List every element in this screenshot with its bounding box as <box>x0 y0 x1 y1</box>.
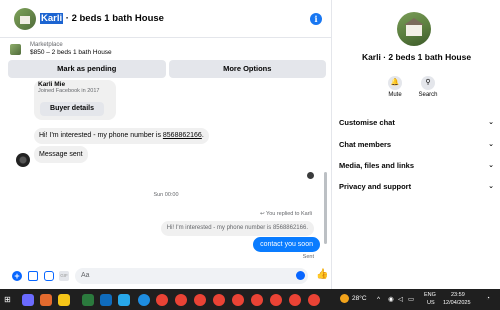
chrome-icon[interactable] <box>270 294 282 306</box>
listing-actions: Mark as pending More Options <box>8 60 326 78</box>
chat-title-rest: · 2 beds 1 bath House <box>63 13 164 24</box>
section-label: Customise chat <box>339 117 395 127</box>
message-bubble-incoming: Message sent <box>34 146 88 163</box>
mute-button[interactable]: 🔔 Mute <box>380 76 410 98</box>
app-icon[interactable] <box>82 294 94 306</box>
battery-icon[interactable]: ▭ <box>408 295 414 303</box>
chat-title-name: Karli <box>40 13 64 24</box>
messenger-app: Karli · 2 beds 1 bath House i Marketplac… <box>0 0 500 289</box>
section-media-files-links[interactable]: Media, files and links ⌄ <box>339 155 494 175</box>
image-icon[interactable] <box>28 271 38 281</box>
sender-avatar[interactable] <box>16 153 30 167</box>
chrome-icon[interactable] <box>308 294 320 306</box>
conversation-avatar[interactable] <box>397 12 431 46</box>
message-text-end: . <box>201 132 204 139</box>
chrome-icon[interactable] <box>251 294 263 306</box>
buyer-name: Karli Mie <box>38 81 66 88</box>
chevron-down-icon: ⌄ <box>488 183 494 190</box>
reply-indicator-label: You replied to Karli <box>266 211 312 217</box>
clock-time[interactable]: 23:59 <box>451 292 465 298</box>
mark-as-pending-button[interactable]: Mark as pending <box>8 60 166 78</box>
skype-icon[interactable] <box>138 294 150 306</box>
message-timestamp: Sun 00:00 <box>153 192 179 198</box>
chat-title[interactable]: Karli · 2 beds 1 bath House <box>40 13 164 24</box>
clock-date[interactable]: 12/04/2025 <box>443 300 471 306</box>
app-icon[interactable] <box>118 294 130 306</box>
listing-thumbnail <box>10 43 21 55</box>
more-options-button[interactable]: More Options <box>168 60 326 78</box>
mute-label: Mute <box>388 92 402 98</box>
message-text: Hi! I'm interested - my phone number is <box>39 132 163 139</box>
buyer-joined: Joined Facebook in 2017 <box>38 88 100 94</box>
listing-text: Marketplace $850 – 2 beds 1 bath House <box>30 41 112 57</box>
chrome-icon[interactable] <box>194 294 206 306</box>
section-privacy-support[interactable]: Privacy and support ⌄ <box>339 176 494 196</box>
chat-pane: Karli · 2 beds 1 bath House i Marketplac… <box>0 0 332 289</box>
chat-details-panel: Karli · 2 beds 1 bath House 🔔 Mute ⚲ Sea… <box>333 0 500 289</box>
chat-avatar[interactable] <box>14 7 36 30</box>
message-list[interactable]: Karli Mie Joined Facebook in 2017 Buyer … <box>0 80 332 265</box>
chevron-down-icon: ⌄ <box>488 162 494 169</box>
message-input[interactable]: Aa <box>75 268 308 284</box>
file-explorer-icon[interactable] <box>58 294 70 306</box>
listing-category: Marketplace <box>30 42 63 48</box>
search-icon: ⚲ <box>421 76 435 90</box>
section-label: Privacy and support <box>339 181 412 191</box>
notification-icon[interactable]: ◔ <box>486 295 490 302</box>
phone-number-link[interactable]: 8568862166 <box>163 132 202 139</box>
weather-temp[interactable]: 28°C <box>352 295 367 302</box>
chevron-down-icon: ⌄ <box>488 119 494 126</box>
weather-icon[interactable] <box>340 294 349 303</box>
language-indicator[interactable]: ENG <box>424 292 436 298</box>
search-label: Search <box>418 92 438 98</box>
like-icon[interactable]: 👍 <box>316 270 328 280</box>
composer: + GIF Aa 👍 <box>0 266 332 288</box>
windows-taskbar: ⊞ 28°C ^ ◉ ◁ ▭ ENG US 23:59 12/04/2025 ◔ <box>0 289 500 310</box>
app-icon[interactable] <box>40 294 52 306</box>
message-bubble-outgoing[interactable]: contact you soon <box>253 237 320 252</box>
chrome-icon[interactable] <box>175 294 187 306</box>
chrome-icon[interactable] <box>213 294 225 306</box>
volume-icon[interactable]: ◁ <box>398 295 403 303</box>
section-label: Chat members <box>339 139 392 149</box>
buyer-details-button[interactable]: Buyer details <box>40 102 104 116</box>
message-bubble-incoming: Hi! I'm interested - my phone number is … <box>34 128 209 144</box>
plus-icon[interactable]: + <box>12 271 22 281</box>
chat-header: Karli · 2 beds 1 bath House i <box>0 0 332 38</box>
gif-icon[interactable]: GIF <box>59 271 69 281</box>
conversation-title: Karli · 2 beds 1 bath House <box>361 52 472 62</box>
quoted-message[interactable]: Hi! I'm interested - my phone number is … <box>160 221 314 236</box>
copilot-icon[interactable] <box>22 294 34 306</box>
section-label: Media, files and links <box>339 160 415 170</box>
message-scrollbar[interactable] <box>324 172 327 244</box>
chrome-icon[interactable] <box>289 294 301 306</box>
outlook-icon[interactable] <box>100 294 112 306</box>
emoji-icon[interactable] <box>296 271 305 280</box>
search-button[interactable]: ⚲ Search <box>413 76 443 98</box>
section-customise-chat[interactable]: Customise chat ⌄ <box>339 112 494 132</box>
chrome-icon[interactable] <box>232 294 244 306</box>
network-icon[interactable]: ◉ <box>388 295 394 303</box>
listing-banner[interactable]: Marketplace $850 – 2 beds 1 bath House <box>10 39 328 59</box>
tray-chevron-icon[interactable]: ^ <box>377 296 380 303</box>
region-indicator: US <box>427 300 435 306</box>
buyer-intro-card: Karli Mie Joined Facebook in 2017 Buyer … <box>34 80 116 120</box>
reply-indicator: ↩ You replied to Karli <box>260 211 312 217</box>
read-receipt-avatar <box>307 172 314 179</box>
chevron-down-icon: ⌄ <box>488 141 494 148</box>
chrome-icon[interactable] <box>156 294 168 306</box>
info-icon[interactable]: i <box>310 13 322 25</box>
sticker-icon[interactable] <box>44 271 54 281</box>
start-icon[interactable]: ⊞ <box>4 295 13 304</box>
section-chat-members[interactable]: Chat members ⌄ <box>339 134 494 154</box>
message-status: Sent <box>302 254 314 260</box>
bell-icon: 🔔 <box>388 76 402 90</box>
listing-summary: $850 – 2 beds 1 bath House <box>30 49 112 56</box>
